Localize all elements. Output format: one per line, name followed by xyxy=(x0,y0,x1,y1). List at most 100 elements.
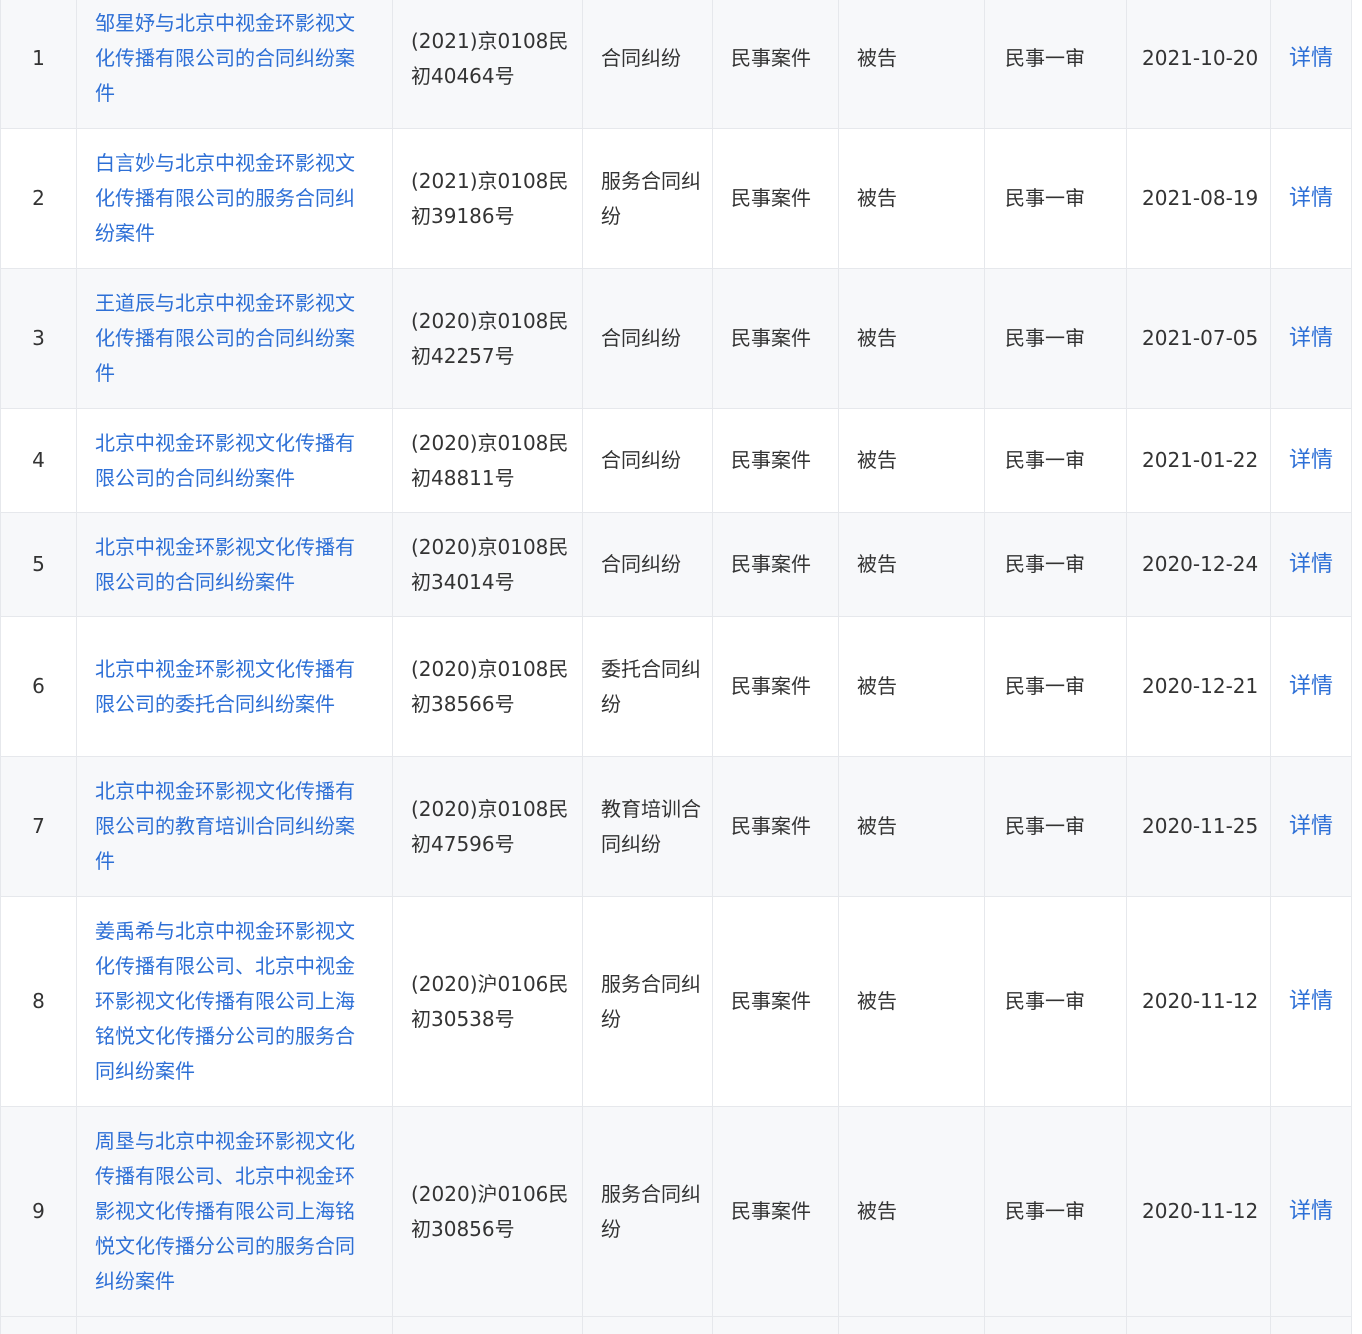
cell-party-role: 被告 xyxy=(838,756,985,897)
cell-case-type: 民事案件 xyxy=(712,512,839,617)
cell-judgment-date: 2020-11-25 xyxy=(1126,756,1271,897)
case-title-link[interactable]: 姜禹希与北京中视金环影视文化传播有限公司、北京中视金环影视文化传播有限公司上海铭… xyxy=(95,919,355,1083)
cell-trial-level: 民事一审 xyxy=(984,1106,1127,1317)
cell-empty xyxy=(984,1316,1127,1334)
cell-empty xyxy=(582,1316,713,1334)
cell-case-type: 民事案件 xyxy=(712,268,839,409)
detail-link[interactable]: 详情 xyxy=(1289,46,1333,71)
table-row xyxy=(0,1316,1352,1334)
party-role: 被告 xyxy=(857,674,897,698)
party-role: 被告 xyxy=(857,448,897,472)
cell-party-role: 被告 xyxy=(838,128,985,269)
cell-case-cause: 服务合同纠纷 xyxy=(582,1106,713,1317)
table-row: 4 北京中视金环影视文化传播有限公司的合同纠纷案件 (2020)京0108民初488… xyxy=(0,408,1352,513)
cell-party-role: 被告 xyxy=(838,896,985,1107)
cell-case-type: 民事案件 xyxy=(712,128,839,269)
table-row: 8 姜禹希与北京中视金环影视文化传播有限公司、北京中视金环影视文化传播有限公司上海… xyxy=(0,896,1352,1107)
trial-level: 民事一审 xyxy=(1005,46,1085,70)
cell-case-type: 民事案件 xyxy=(712,756,839,897)
case-cause: 服务合同纠纷 xyxy=(601,168,701,228)
case-type: 民事案件 xyxy=(731,186,811,210)
case-number: (2020)京0108民初48811号 xyxy=(411,430,569,490)
judgment-date: 2020-11-25 xyxy=(1142,814,1259,838)
cell-detail-link: 详情 xyxy=(1270,616,1352,757)
cell-detail-link: 详情 xyxy=(1270,268,1352,409)
case-cause: 合同纠纷 xyxy=(601,326,681,350)
detail-link[interactable]: 详情 xyxy=(1289,674,1333,699)
case-number: (2020)沪0106民初30856号 xyxy=(411,1181,569,1241)
row-index: 5 xyxy=(32,552,45,576)
cell-judgment-date: 2020-11-12 xyxy=(1126,1106,1271,1317)
case-type: 民事案件 xyxy=(731,46,811,70)
case-title-link[interactable]: 北京中视金环影视文化传播有限公司的合同纠纷案件 xyxy=(95,535,355,594)
cell-case-title-link: 王道辰与北京中视金环影视文化传播有限公司的合同纠纷案件 xyxy=(76,268,393,409)
row-index: 1 xyxy=(32,46,45,70)
detail-link[interactable]: 详情 xyxy=(1289,989,1333,1014)
cell-judgment-date: 2021-10-20 xyxy=(1126,0,1271,129)
cell-detail-link: 详情 xyxy=(1270,0,1352,129)
table-row: 5 北京中视金环影视文化传播有限公司的合同纠纷案件 (2020)京0108民初340… xyxy=(0,512,1352,617)
row-index: 9 xyxy=(32,1199,45,1223)
cell-empty xyxy=(0,1316,77,1334)
case-type: 民事案件 xyxy=(731,989,811,1013)
case-cause: 教育培训合同纠纷 xyxy=(601,796,701,856)
cell-case-title-link: 周垦与北京中视金环影视文化传播有限公司、北京中视金环影视文化传播有限公司上海铭悦… xyxy=(76,1106,393,1317)
cell-trial-level: 民事一审 xyxy=(984,408,1127,513)
case-number: (2020)京0108民初42257号 xyxy=(411,308,569,368)
cell-detail-link: 详情 xyxy=(1270,128,1352,269)
detail-link[interactable]: 详情 xyxy=(1289,1199,1333,1224)
cell-trial-level: 民事一审 xyxy=(984,756,1127,897)
party-role: 被告 xyxy=(857,186,897,210)
cell-judgment-date: 2021-08-19 xyxy=(1126,128,1271,269)
cell-case-cause: 委托合同纠纷 xyxy=(582,616,713,757)
cell-row-index: 6 xyxy=(0,616,77,757)
case-title-link[interactable]: 北京中视金环影视文化传播有限公司的委托合同纠纷案件 xyxy=(95,657,355,716)
cell-case-cause: 合同纠纷 xyxy=(582,512,713,617)
cell-case-type: 民事案件 xyxy=(712,0,839,129)
cell-case-title-link: 姜禹希与北京中视金环影视文化传播有限公司、北京中视金环影视文化传播有限公司上海铭… xyxy=(76,896,393,1107)
case-number: (2021)京0108民初40464号 xyxy=(411,28,569,88)
cell-row-index: 4 xyxy=(0,408,77,513)
case-cause: 合同纠纷 xyxy=(601,46,681,70)
detail-link[interactable]: 详情 xyxy=(1289,186,1333,211)
cell-case-title-link: 北京中视金环影视文化传播有限公司的合同纠纷案件 xyxy=(76,408,393,513)
trial-level: 民事一审 xyxy=(1005,814,1085,838)
case-title-link[interactable]: 北京中视金环影视文化传播有限公司的教育培训合同纠纷案件 xyxy=(95,779,355,873)
judgment-date: 2020-11-12 xyxy=(1142,989,1259,1013)
judgment-date: 2021-07-05 xyxy=(1142,326,1259,350)
case-title-link[interactable]: 周垦与北京中视金环影视文化传播有限公司、北京中视金环影视文化传播有限公司上海铭悦… xyxy=(95,1129,355,1293)
detail-link[interactable]: 详情 xyxy=(1289,814,1333,839)
trial-level: 民事一审 xyxy=(1005,186,1085,210)
party-role: 被告 xyxy=(857,46,897,70)
cell-judgment-date: 2020-12-21 xyxy=(1126,616,1271,757)
cell-detail-link: 详情 xyxy=(1270,408,1352,513)
party-role: 被告 xyxy=(857,326,897,350)
cell-empty xyxy=(1126,1316,1271,1334)
cell-case-cause: 服务合同纠纷 xyxy=(582,896,713,1107)
cell-judgment-date: 2021-01-22 xyxy=(1126,408,1271,513)
row-index: 7 xyxy=(32,814,45,838)
cell-detail-link: 详情 xyxy=(1270,896,1352,1107)
cell-row-index: 5 xyxy=(0,512,77,617)
case-number: (2020)京0108民初34014号 xyxy=(411,534,569,594)
case-table: 1 邹星妤与北京中视金环影视文化传播有限公司的合同纠纷案件 (2021)京0108民… xyxy=(0,0,1352,1334)
cell-party-role: 被告 xyxy=(838,512,985,617)
trial-level: 民事一审 xyxy=(1005,552,1085,576)
case-number: (2020)京0108民初38566号 xyxy=(411,656,569,716)
case-table-body: 1 邹星妤与北京中视金环影视文化传播有限公司的合同纠纷案件 (2021)京0108民… xyxy=(0,0,1352,1334)
table-row: 7 北京中视金环影视文化传播有限公司的教育培训合同纠纷案件 (2020)京0108民… xyxy=(0,756,1352,897)
cell-case-type: 民事案件 xyxy=(712,896,839,1107)
case-title-link[interactable]: 邹星妤与北京中视金环影视文化传播有限公司的合同纠纷案件 xyxy=(95,11,355,105)
cell-case-title-link: 北京中视金环影视文化传播有限公司的合同纠纷案件 xyxy=(76,512,393,617)
detail-link[interactable]: 详情 xyxy=(1289,326,1333,351)
case-title-link[interactable]: 北京中视金环影视文化传播有限公司的合同纠纷案件 xyxy=(95,431,355,490)
case-type: 民事案件 xyxy=(731,674,811,698)
detail-link[interactable]: 详情 xyxy=(1289,552,1333,577)
cell-case-title-link: 邹星妤与北京中视金环影视文化传播有限公司的合同纠纷案件 xyxy=(76,0,393,129)
case-title-link[interactable]: 王道辰与北京中视金环影视文化传播有限公司的合同纠纷案件 xyxy=(95,291,355,385)
judgment-date: 2021-01-22 xyxy=(1142,448,1259,472)
cell-trial-level: 民事一审 xyxy=(984,512,1127,617)
case-title-link[interactable]: 白言妙与北京中视金环影视文化传播有限公司的服务合同纠纷案件 xyxy=(95,151,355,245)
case-table-container: 1 邹星妤与北京中视金环影视文化传播有限公司的合同纠纷案件 (2021)京0108民… xyxy=(0,0,1362,1334)
detail-link[interactable]: 详情 xyxy=(1289,448,1333,473)
